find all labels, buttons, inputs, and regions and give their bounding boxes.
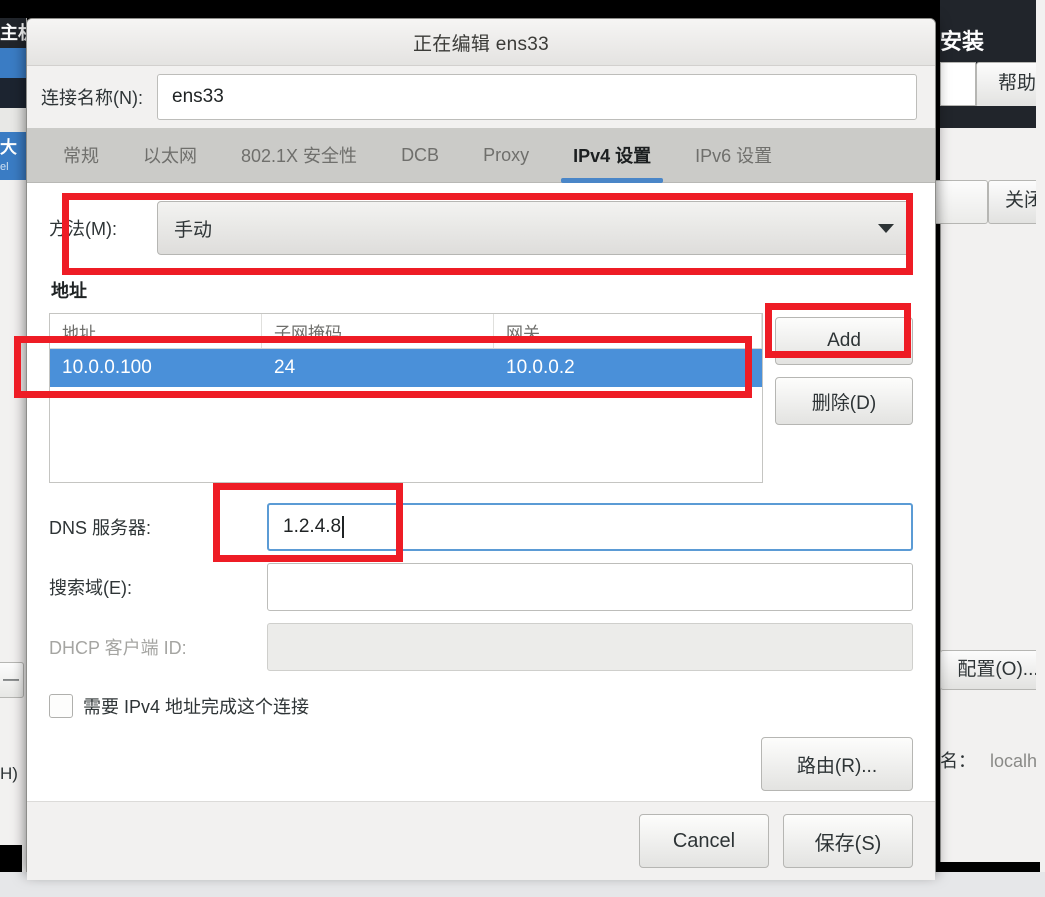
background-left-selected-row-2[interactable]: 大 el — [0, 132, 26, 180]
dialog-titlebar: 正在编辑 ens33 — [27, 19, 935, 66]
configure-button[interactable]: 配置(O)... — [940, 650, 1045, 690]
background-left-row2-title: 大 — [0, 138, 17, 157]
cell-address[interactable]: 10.0.0.100 — [50, 349, 262, 387]
search-domains-row: 搜索域(E): — [49, 563, 913, 611]
cell-netmask[interactable]: 24 — [262, 349, 494, 387]
cancel-button[interactable]: Cancel — [639, 814, 769, 868]
method-selected-value: 手动 — [174, 219, 213, 241]
delete-address-button[interactable]: 删除(D) — [775, 377, 913, 425]
dhcp-client-id-row: DHCP 客户端 ID: — [49, 623, 913, 671]
cell-gateway[interactable]: 10.0.0.2 — [494, 349, 762, 387]
addresses-table-header: 地址 子网掩码 网关 — [50, 314, 762, 349]
require-ipv4-row[interactable]: 需要 IPv4 地址完成这个连接 — [49, 693, 913, 719]
help-button[interactable]: 帮助 — [976, 62, 1045, 108]
connection-name-input[interactable]: ens33 — [157, 74, 917, 120]
background-left-button[interactable]: — — [0, 662, 24, 698]
background-grey-band — [940, 128, 1045, 180]
background-installer-title: 安装 — [940, 29, 985, 54]
background-right-edge — [1036, 0, 1045, 872]
connection-name-label: 连接名称(N): — [41, 88, 143, 108]
addresses-table[interactable]: 地址 子网掩码 网关 10.0.0.100 24 10.0.0.2 — [49, 313, 763, 483]
tab-bar: 常规 以太网 802.1X 安全性 DCB Proxy IPv4 设置 IPv6… — [27, 128, 935, 183]
background-left-header: 主机 — [0, 18, 26, 48]
column-header-gateway: 网关 — [494, 314, 762, 348]
dialog-title: 正在编辑 ens33 — [412, 33, 550, 55]
tab-ipv6-settings[interactable]: IPv6 设置 — [673, 128, 794, 182]
search-domains-label: 搜索域(E): — [49, 578, 132, 598]
require-ipv4-checkbox[interactable] — [49, 694, 73, 718]
screen: 主机 大 el — H) 安装 帮助 关闭 配置(O)... 名： localh… — [0, 0, 1045, 897]
addresses-section-title: 地址 — [51, 281, 87, 301]
tab-8021x-security[interactable]: 802.1X 安全性 — [219, 128, 379, 182]
table-row[interactable]: 10.0.0.100 24 10.0.0.2 — [50, 349, 762, 387]
method-label: 方法(M): — [49, 219, 117, 239]
background-dark-band — [940, 106, 1045, 128]
background-left-edge-shadow — [0, 845, 22, 872]
method-dropdown[interactable]: 手动 — [157, 201, 913, 255]
tab-ipv4-settings[interactable]: IPv4 设置 — [551, 128, 673, 183]
dialog-footer: Cancel 保存(S) — [27, 801, 935, 880]
connection-name-row: 连接名称(N): ens33 — [27, 66, 935, 128]
dns-fields: DNS 服务器: 1.2.4.8 搜索域(E): DHCP 客户端 ID: — [49, 503, 913, 671]
column-header-netmask: 子网掩码 — [262, 314, 494, 348]
column-header-address: 地址 — [50, 314, 262, 348]
background-left-grey-row — [0, 108, 26, 132]
dns-servers-row: DNS 服务器: 1.2.4.8 — [49, 503, 913, 551]
ipv4-settings-panel: 方法(M): 手动 地址 地址 子网掩码 网关 10.0.0.100 24 10… — [27, 183, 935, 801]
background-left-row2-subtitle: el — [0, 161, 9, 173]
background-left-selected-row[interactable] — [0, 48, 26, 78]
tab-general[interactable]: 常规 — [41, 128, 121, 182]
save-button[interactable]: 保存(S) — [783, 814, 913, 868]
text-caret — [342, 516, 345, 538]
dns-servers-label: DNS 服务器: — [49, 518, 152, 538]
tab-dcb[interactable]: DCB — [379, 128, 461, 182]
add-address-button[interactable]: Add — [775, 317, 913, 365]
tab-proxy[interactable]: Proxy — [461, 128, 551, 182]
dns-servers-input[interactable]: 1.2.4.8 — [267, 503, 913, 551]
routes-row: 路由(R)... — [49, 737, 913, 791]
search-domains-input[interactable] — [267, 563, 913, 611]
dns-servers-value: 1.2.4.8 — [283, 516, 342, 537]
dhcp-client-id-input — [267, 623, 913, 671]
dhcp-client-id-label: DHCP 客户端 ID: — [49, 638, 187, 658]
require-ipv4-label: 需要 IPv4 地址完成这个连接 — [83, 697, 310, 717]
addresses-buttons: Add 删除(D) — [775, 313, 913, 425]
routes-button[interactable]: 路由(R)... — [761, 737, 913, 791]
tab-ethernet[interactable]: 以太网 — [121, 128, 219, 182]
background-white-field — [940, 62, 976, 106]
background-left-dark-row — [0, 78, 26, 108]
background-left-text-fragment: H) — [0, 764, 18, 783]
method-row: 方法(M): 手动 — [49, 201, 913, 255]
background-neighbor-button[interactable] — [930, 180, 988, 224]
addresses-area: 地址 子网掩码 网关 10.0.0.100 24 10.0.0.2 Add 删除… — [49, 313, 913, 483]
edit-connection-dialog: 正在编辑 ens33 连接名称(N): ens33 常规 以太网 802.1X … — [26, 18, 936, 880]
background-right-shadow — [940, 862, 1040, 872]
chevron-down-icon — [878, 223, 894, 233]
